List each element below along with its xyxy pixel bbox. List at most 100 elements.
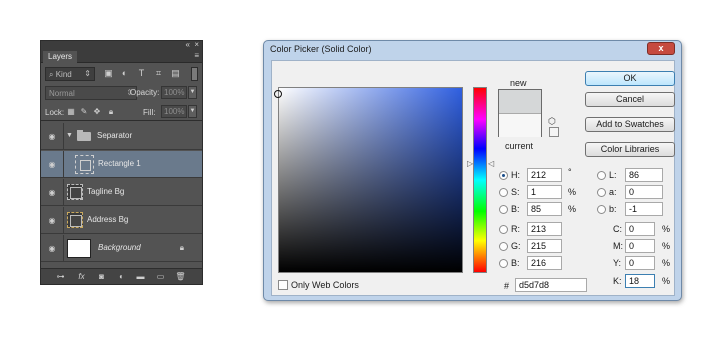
brightness-label: B: xyxy=(511,204,520,214)
fill-input[interactable]: 100% xyxy=(161,105,187,118)
shape-filter-icon[interactable]: ⌗ xyxy=(153,68,164,79)
lock-row: Lock: ▦ ✎ ✥ 🔒︎ Fill: 100% ▼ xyxy=(41,104,202,121)
saturation-input[interactable]: 1 xyxy=(527,185,562,199)
filter-toggle[interactable] xyxy=(191,67,198,81)
opacity-input[interactable]: 100% xyxy=(161,86,187,99)
green-input[interactable]: 215 xyxy=(527,239,562,253)
web-safe-swatch[interactable] xyxy=(549,127,559,137)
cancel-button[interactable]: Cancel xyxy=(585,92,675,107)
hex-input[interactable]: d5d7d8 xyxy=(515,278,587,292)
new-color-label: new xyxy=(510,78,527,88)
visibility-eye-icon[interactable]: ◉ xyxy=(46,244,58,253)
saturation-label: S: xyxy=(511,187,520,197)
visibility-eye-icon[interactable]: ◉ xyxy=(46,188,58,197)
percent-unit: % xyxy=(662,224,671,234)
visibility-eye-icon[interactable]: ◉ xyxy=(46,216,58,225)
adjustment-filter-icon[interactable]: ◐ xyxy=(119,68,130,79)
color-field-marker[interactable] xyxy=(274,90,282,98)
red-radio[interactable] xyxy=(499,225,508,234)
folder-icon xyxy=(77,130,91,141)
yellow-input[interactable]: 0 xyxy=(625,256,655,270)
smart-object-filter-icon[interactable]: ▤ xyxy=(170,68,181,79)
red-input[interactable]: 213 xyxy=(527,222,562,236)
percent-unit: % xyxy=(662,258,671,268)
search-icon: ⌕ xyxy=(49,70,56,79)
hue-slider[interactable] xyxy=(473,87,487,273)
panel-top-strip: « × xyxy=(41,40,202,50)
layer-row-separator[interactable]: ◉ ▼ Separator xyxy=(41,123,202,150)
divider xyxy=(63,123,64,150)
hex-label: # xyxy=(504,281,510,291)
opacity-dropdown-icon[interactable]: ▼ xyxy=(188,86,197,99)
screenshot-root: « × Layers ≡ ⌕ Kind ⇕ ▣ ◐ T ⌗ ▤ Normal ⇕… xyxy=(0,0,725,345)
visibility-eye-icon[interactable]: ◉ xyxy=(46,132,58,141)
yellow-label: Y: xyxy=(613,258,622,268)
ok-button[interactable]: OK xyxy=(585,71,675,86)
add-mask-icon[interactable]: ◙ xyxy=(96,272,107,282)
visibility-eye-icon[interactable]: ◉ xyxy=(46,160,58,169)
blue-radio[interactable] xyxy=(499,259,508,268)
layer-row-rectangle-1[interactable]: ◉ Rectangle 1 xyxy=(41,151,202,178)
green-radio[interactable] xyxy=(499,242,508,251)
close-panel-button[interactable]: × xyxy=(194,40,199,49)
magenta-label: M: xyxy=(613,241,623,251)
hue-radio[interactable] xyxy=(499,171,508,180)
b-channel-radio[interactable] xyxy=(597,205,606,214)
lightness-radio[interactable] xyxy=(597,171,606,180)
a-channel-radio[interactable] xyxy=(597,188,606,197)
blue-input[interactable]: 216 xyxy=(527,256,562,270)
type-filter-icon[interactable]: T xyxy=(136,68,147,79)
dialog-body: ▷ ◁ new current ⬡ OK Cancel Add to Swatc… xyxy=(271,60,675,296)
lock-position-icon[interactable]: ✥ xyxy=(92,107,102,117)
lightness-input[interactable]: 86 xyxy=(625,168,663,182)
background-thumbnail xyxy=(67,239,91,258)
layer-name: Rectangle 1 xyxy=(98,159,141,168)
add-to-swatches-button[interactable]: Add to Swatches xyxy=(585,117,675,132)
tab-layers[interactable]: Layers xyxy=(43,51,78,63)
current-color-swatch[interactable] xyxy=(499,114,541,137)
lock-transparent-icon[interactable]: ▦ xyxy=(66,107,76,117)
brightness-input[interactable]: 85 xyxy=(527,202,562,216)
blend-mode-select[interactable]: Normal ⇕ xyxy=(45,86,137,100)
delete-layer-icon[interactable]: 🗑︎ xyxy=(175,272,186,282)
panel-menu-icon[interactable]: ≡ xyxy=(194,51,199,60)
filter-kind-select[interactable]: ⌕ Kind ⇕ xyxy=(45,67,95,81)
b-channel-input[interactable]: -1 xyxy=(625,202,663,216)
a-channel-input[interactable]: 0 xyxy=(625,185,663,199)
expand-triangle-icon[interactable]: ▼ xyxy=(66,132,73,139)
image-filter-icon[interactable]: ▣ xyxy=(103,68,114,79)
lock-image-icon[interactable]: ✎ xyxy=(79,107,89,117)
blue-label: B: xyxy=(511,258,520,268)
close-button[interactable]: x xyxy=(647,42,675,55)
red-label: R: xyxy=(511,224,520,234)
collapse-panel-button[interactable]: « xyxy=(186,40,190,49)
new-layer-icon[interactable]: ▭ xyxy=(155,272,166,282)
link-layers-icon[interactable]: ⊶ xyxy=(55,272,66,282)
color-libraries-button[interactable]: Color Libraries xyxy=(585,142,675,157)
black-input[interactable]: 18 xyxy=(625,274,655,288)
layer-row-tagline-bg[interactable]: ◉ Tagline Bg xyxy=(41,179,202,206)
layer-row-address-bg[interactable]: ◉ Address Bg xyxy=(41,207,202,234)
hue-slider-right-arrow-icon[interactable]: ◁ xyxy=(488,159,494,168)
fill-dropdown-icon[interactable]: ▼ xyxy=(188,105,197,118)
saturation-radio[interactable] xyxy=(499,188,508,197)
magenta-input[interactable]: 0 xyxy=(625,239,655,253)
percent-unit: % xyxy=(662,276,671,286)
green-label: G: xyxy=(511,241,521,251)
dialog-title: Color Picker (Solid Color) xyxy=(270,44,372,54)
new-group-icon[interactable]: ▬ xyxy=(135,272,146,282)
brightness-radio[interactable] xyxy=(499,205,508,214)
out-of-gamut-cube-icon[interactable]: ⬡ xyxy=(548,116,556,127)
adjustment-layer-icon[interactable]: ◐ xyxy=(116,272,127,282)
cyan-input[interactable]: 0 xyxy=(625,222,655,236)
b-channel-label: b: xyxy=(609,204,617,214)
degree-unit: ° xyxy=(568,167,572,177)
fx-icon[interactable]: fx xyxy=(76,272,87,282)
hue-input[interactable]: 212 xyxy=(527,168,562,182)
only-web-colors-checkbox[interactable] xyxy=(278,280,288,290)
chevron-down-icon: ⇕ xyxy=(84,69,91,78)
lock-all-icon[interactable]: 🔒︎ xyxy=(106,107,116,117)
lock-label: Lock: xyxy=(45,108,65,117)
color-field[interactable] xyxy=(278,87,463,273)
layer-row-background[interactable]: ◉ Background 🔒︎ xyxy=(41,235,202,262)
